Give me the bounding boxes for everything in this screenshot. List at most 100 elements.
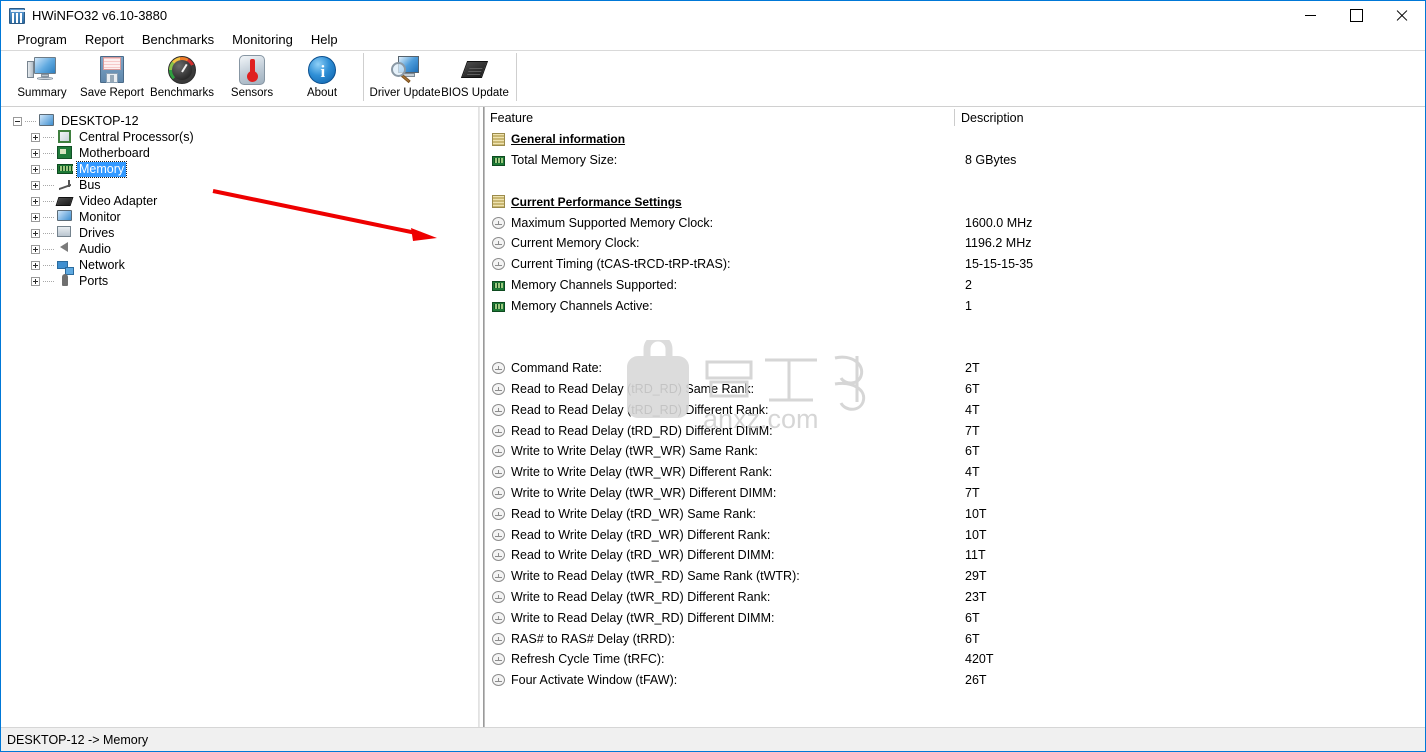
tree-item-network-label: Network bbox=[79, 257, 125, 272]
about-button[interactable]: i About bbox=[287, 51, 357, 105]
menu-item-help[interactable]: Help bbox=[302, 30, 347, 50]
table-row[interactable]: Write to Write Delay (tWR_WR) Different … bbox=[485, 483, 1425, 504]
maximize-button[interactable] bbox=[1333, 1, 1379, 30]
expand-icon[interactable] bbox=[31, 244, 40, 254]
row-value: 7T bbox=[965, 485, 980, 500]
tree-item-monitor[interactable]: Monitor bbox=[1, 209, 478, 225]
tree-item-memory[interactable]: Memory bbox=[1, 160, 478, 178]
table-row[interactable]: Maximum Supported Memory Clock: 1600.0 M… bbox=[485, 212, 1425, 233]
monitor-computer-icon bbox=[26, 54, 58, 86]
row-label: Total Memory Size: bbox=[511, 153, 618, 168]
expand-icon[interactable] bbox=[31, 196, 40, 206]
ports-icon bbox=[57, 274, 73, 288]
row-label: Read to Read Delay (tRD_RD) Different Ra… bbox=[511, 402, 769, 417]
table-row[interactable]: Read to Read Delay (tRD_RD) Same Rank: 6… bbox=[485, 379, 1425, 400]
tree-item-network[interactable]: Network bbox=[1, 257, 478, 275]
expand-icon[interactable] bbox=[31, 276, 40, 286]
window-title: HWiNFO32 v6.10-3880 bbox=[32, 8, 168, 23]
save-report-button[interactable]: Save Report bbox=[77, 51, 147, 105]
driver-update-button-label: Driver Update bbox=[369, 87, 441, 99]
expand-icon[interactable] bbox=[31, 132, 40, 142]
row-value: 1196.2 MHz bbox=[965, 236, 1032, 251]
table-row[interactable]: Current Timing (tCAS-tRCD-tRP-tRAS): 15-… bbox=[485, 254, 1425, 275]
row-label: Write to Read Delay (tWR_RD) Different R… bbox=[511, 589, 771, 604]
column-header-feature[interactable]: Feature bbox=[485, 111, 955, 125]
row-value: 6T bbox=[965, 631, 980, 646]
menu-item-report[interactable]: Report bbox=[76, 30, 133, 50]
row-value: 23T bbox=[965, 589, 987, 604]
row-value: 10T bbox=[965, 506, 987, 521]
table-row[interactable]: Read to Read Delay (tRD_RD) Different DI… bbox=[485, 420, 1425, 441]
tree-item-video-adapter[interactable]: Video Adapter bbox=[1, 193, 478, 209]
row-label: Memory Channels Supported: bbox=[511, 277, 678, 292]
table-row[interactable]: Write to Write Delay (tWR_WR) Different … bbox=[485, 462, 1425, 483]
table-row[interactable]: Write to Read Delay (tWR_RD) Different D… bbox=[485, 607, 1425, 628]
table-row[interactable]: Write to Read Delay (tWR_RD) Same Rank (… bbox=[485, 566, 1425, 587]
expand-icon[interactable] bbox=[31, 164, 40, 174]
close-button[interactable] bbox=[1379, 1, 1425, 30]
expand-icon[interactable] bbox=[31, 148, 40, 158]
menu-item-benchmarks[interactable]: Benchmarks bbox=[133, 30, 223, 50]
tree-item-motherboard[interactable]: Motherboard bbox=[1, 145, 478, 161]
minimize-button[interactable] bbox=[1287, 1, 1333, 30]
tree-item-motherboard-label: Motherboard bbox=[79, 145, 150, 160]
tree-item-root[interactable]: DESKTOP-12 bbox=[1, 113, 478, 129]
row-value: 2 bbox=[965, 277, 972, 292]
tree-item-bus[interactable]: Bus bbox=[1, 177, 478, 193]
row-label: Read to Write Delay (tRD_WR) Different D… bbox=[511, 548, 775, 563]
benchmarks-button-label: Benchmarks bbox=[150, 87, 214, 99]
table-row[interactable]: Read to Read Delay (tRD_RD) Different Ra… bbox=[485, 399, 1425, 420]
collapse-icon[interactable] bbox=[13, 116, 22, 126]
table-row[interactable]: Read to Write Delay (tRD_WR) Different R… bbox=[485, 524, 1425, 545]
tree-line bbox=[43, 264, 55, 266]
row-value: 7T bbox=[965, 423, 980, 438]
table-row[interactable]: Command Rate: 2T bbox=[485, 358, 1425, 379]
table-row[interactable]: Four Activate Window (tFAW): 26T bbox=[485, 670, 1425, 691]
clock-icon bbox=[492, 570, 505, 583]
column-divider[interactable] bbox=[954, 109, 955, 126]
thermometer-icon bbox=[236, 54, 268, 86]
table-row[interactable]: Read to Write Delay (tRD_WR) Same Rank: … bbox=[485, 503, 1425, 524]
status-bar: DESKTOP-12 -> Memory bbox=[1, 727, 1425, 751]
table-row[interactable]: Write to Read Delay (tWR_RD) Different R… bbox=[485, 587, 1425, 608]
tree-item-central-processors[interactable]: Central Processor(s) bbox=[1, 129, 478, 145]
table-row[interactable]: Refresh Cycle Time (tRFC): 420T bbox=[485, 649, 1425, 670]
tree-line bbox=[43, 280, 55, 282]
bios-update-button[interactable]: BIOS Update bbox=[440, 51, 510, 105]
row-label: Read to Read Delay (tRD_RD) Same Rank: bbox=[511, 381, 755, 396]
summary-button[interactable]: Summary bbox=[7, 51, 77, 105]
sensors-button-label: Sensors bbox=[230, 87, 274, 99]
section-label: General information bbox=[511, 132, 626, 147]
sensors-button[interactable]: Sensors bbox=[217, 51, 287, 105]
clock-icon bbox=[492, 528, 505, 541]
tree-line bbox=[43, 232, 55, 234]
memory-icon bbox=[492, 156, 505, 167]
audio-icon bbox=[57, 242, 73, 256]
tree-item-drives[interactable]: Drives bbox=[1, 225, 478, 241]
summary-button-label: Summary bbox=[17, 87, 67, 99]
table-row[interactable]: Memory Channels Supported: 2 bbox=[485, 275, 1425, 296]
table-row[interactable]: Memory Channels Active: 1 bbox=[485, 295, 1425, 316]
tree-item-audio[interactable]: Audio bbox=[1, 241, 478, 257]
expand-icon[interactable] bbox=[31, 228, 40, 238]
table-row[interactable]: Total Memory Size: 8 GBytes bbox=[485, 150, 1425, 171]
row-label: Current Timing (tCAS-tRCD-tRP-tRAS): bbox=[511, 257, 731, 272]
table-row[interactable]: Current Memory Clock: 1196.2 MHz bbox=[485, 233, 1425, 254]
expand-icon[interactable] bbox=[31, 260, 40, 270]
floppy-disk-icon bbox=[96, 54, 128, 86]
menu-item-monitoring[interactable]: Monitoring bbox=[223, 30, 302, 50]
benchmarks-button[interactable]: Benchmarks bbox=[147, 51, 217, 105]
expand-icon[interactable] bbox=[31, 212, 40, 222]
row-value: 6T bbox=[965, 610, 980, 625]
video-adapter-icon bbox=[55, 194, 74, 208]
device-tree-panel[interactable]: DESKTOP-12 Central Processor(s) Motherbo… bbox=[1, 107, 479, 727]
clock-icon bbox=[492, 403, 505, 416]
driver-update-button[interactable]: Driver Update bbox=[370, 51, 440, 105]
column-header-description[interactable]: Description bbox=[955, 111, 1024, 125]
tree-item-ports[interactable]: Ports bbox=[1, 273, 478, 289]
table-row[interactable]: Write to Write Delay (tWR_WR) Same Rank:… bbox=[485, 441, 1425, 462]
expand-icon[interactable] bbox=[31, 180, 40, 190]
table-row[interactable]: Read to Write Delay (tRD_WR) Different D… bbox=[485, 545, 1425, 566]
menu-item-program[interactable]: Program bbox=[8, 30, 76, 50]
table-row[interactable]: RAS# to RAS# Delay (tRRD): 6T bbox=[485, 628, 1425, 649]
